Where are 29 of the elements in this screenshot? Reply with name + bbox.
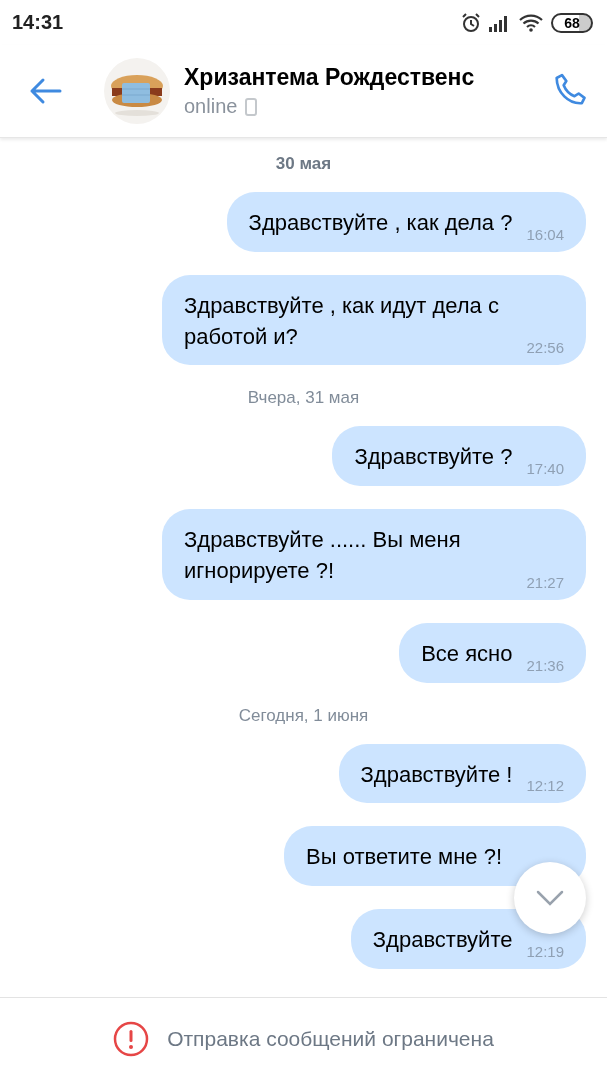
back-icon[interactable] [28,77,62,105]
contact-name: Хризантема Рождественс [184,64,476,91]
date-separator: Вчера, 31 мая [247,388,360,409]
message-time: 21:36 [526,656,564,674]
message-text: Здравствуйте , как дела ? [248,209,513,237]
message-time: 12:19 [526,942,564,960]
message-time: 17:40 [526,460,564,478]
battery-level: 68 [551,12,593,33]
message-text: Здравствуйте ? [354,443,513,472]
message-text: Здравствуйте [372,926,513,955]
online-status: online [184,95,238,118]
restriction-notice: Отправка сообщений ограничена [167,1027,494,1051]
message-time: 16:04 [526,225,564,243]
message-text: Вы ответите мне ?! [306,843,502,872]
message-time: 21:27 [526,573,564,591]
message-text: Здравствуйте , как идут дела с работой и? [184,291,500,351]
alarm-icon [461,12,481,33]
chevron-down-icon [536,890,564,906]
phone-device-icon [245,97,258,116]
date-separator: Сегодня, 1 июня [238,705,369,726]
message-text: Здравствуйте ! [360,760,513,789]
warning-icon [113,1021,150,1057]
wifi-icon [519,13,543,32]
message-time: 12:12 [526,777,564,795]
date-separator: 30 мая [275,154,332,174]
clock-time: 14:31 [12,11,64,34]
message-text: Здравствуйте ...... Вы меня игнорируете ?! [184,526,462,585]
message-text: Все ясно [421,639,513,668]
message-time: 22:56 [526,339,564,357]
